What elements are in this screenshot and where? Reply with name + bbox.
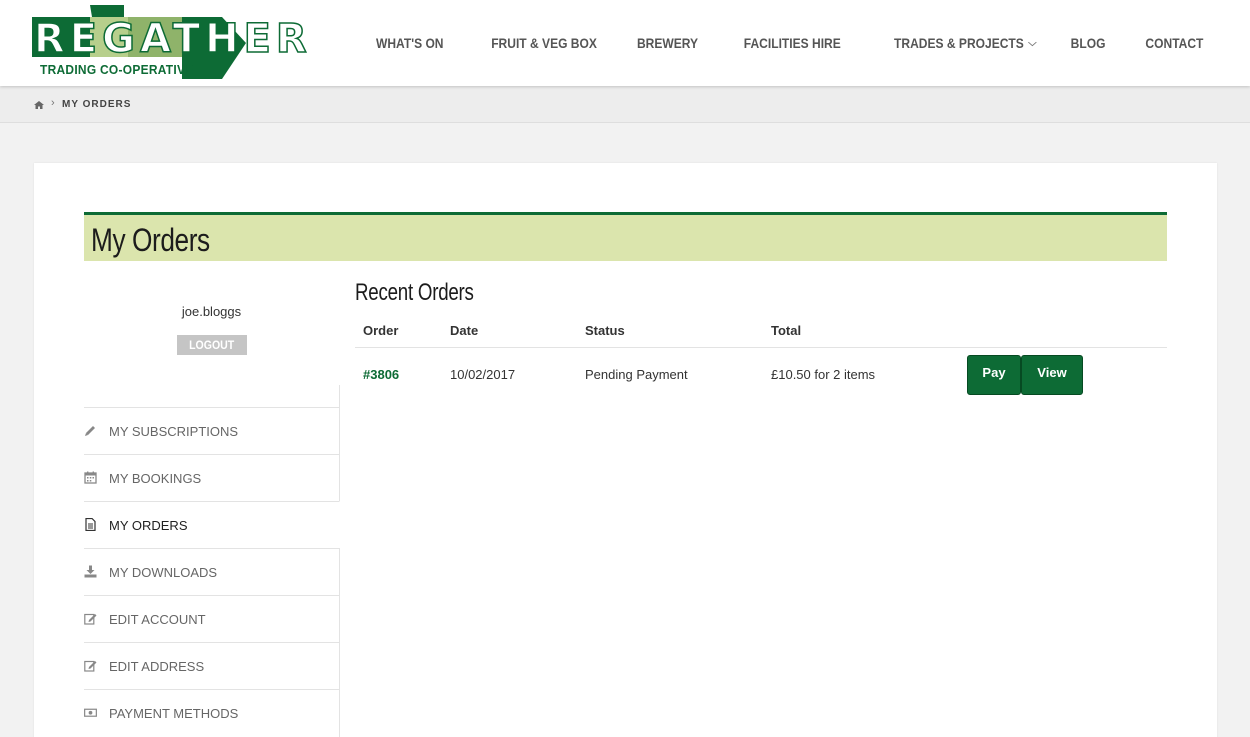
column-header-date: Date [450, 323, 479, 338]
view-button[interactable]: View [1021, 355, 1083, 395]
pay-button[interactable]: Pay [967, 355, 1021, 395]
order-status: Pending Payment [585, 367, 688, 382]
breadcrumb-current: MY ORDERS [62, 99, 132, 110]
order-date: 10/02/2017 [450, 367, 516, 382]
order-total: £10.50 for 2 items [771, 367, 876, 382]
logo[interactable]: REGATHER TRADING CO-OPERATIVE [32, 5, 307, 81]
breadcrumb: › MY ORDERS [0, 86, 1250, 123]
menu-item-edit-address[interactable]: EDIT ADDRESS [84, 642, 340, 689]
document-icon [85, 518, 96, 531]
logout-button[interactable]: LOGOUT [177, 335, 247, 355]
nav-item-trades-projects[interactable]: TRADES & PROJECTS ⌵ [894, 34, 1036, 52]
column-header-order: Order [363, 323, 399, 338]
page-title: My Orders [91, 222, 210, 258]
edit-icon [84, 660, 97, 672]
nav-item-fruit-veg-box[interactable]: FRUIT & VEG BOX [491, 34, 597, 52]
site-header: REGATHER TRADING CO-OPERATIVE WHAT'S ON … [0, 0, 1250, 86]
nav-item-blog[interactable]: BLOG [1071, 34, 1106, 52]
order-number-link[interactable]: #3806 [363, 367, 399, 382]
account-username: joe.bloggs [181, 304, 242, 319]
nav-item-brewery[interactable]: BREWERY [637, 34, 698, 52]
menu-item-my-downloads[interactable]: MY DOWNLOADS [84, 548, 340, 595]
edit-icon [84, 613, 97, 625]
menu-item-my-orders[interactable]: MY ORDERS [84, 501, 340, 548]
menu-item-payment-methods[interactable]: PAYMENT METHODS [84, 689, 340, 736]
table-header-divider [355, 347, 1167, 348]
recent-orders-heading: Recent Orders [355, 279, 474, 306]
main-nav: WHAT'S ON FRUIT & VEG BOX BREWERY FACILI… [335, 34, 1203, 52]
logo-subtitle: TRADING CO-OPERATIVE [40, 62, 194, 77]
menu-item-edit-account[interactable]: EDIT ACCOUNT [84, 595, 340, 642]
menu-item-my-bookings[interactable]: MY BOOKINGS [84, 454, 340, 501]
download-icon [84, 565, 97, 578]
column-header-total: Total [771, 323, 802, 338]
nav-item-whats-on[interactable]: WHAT'S ON [376, 34, 444, 52]
account-menu: MY SUBSCRIPTIONS MY BOOKINGS MY ORDERS M… [84, 407, 340, 736]
home-icon[interactable] [34, 101, 44, 109]
pencil-icon [85, 426, 95, 436]
chevron-down-icon[interactable]: ⌵ [1028, 38, 1036, 49]
logo-wordmark: REGATHER [33, 16, 312, 62]
page-title-bar: My Orders [84, 212, 1167, 261]
column-header-status: Status [585, 323, 625, 338]
nav-item-contact[interactable]: CONTACT [1145, 34, 1203, 52]
nav-item-facilities-hire[interactable]: FACILITIES HIRE [744, 34, 841, 52]
money-icon [84, 708, 97, 717]
breadcrumb-separator: › [51, 97, 55, 109]
menu-item-my-subscriptions[interactable]: MY SUBSCRIPTIONS [84, 407, 340, 454]
calendar-icon [84, 471, 97, 484]
